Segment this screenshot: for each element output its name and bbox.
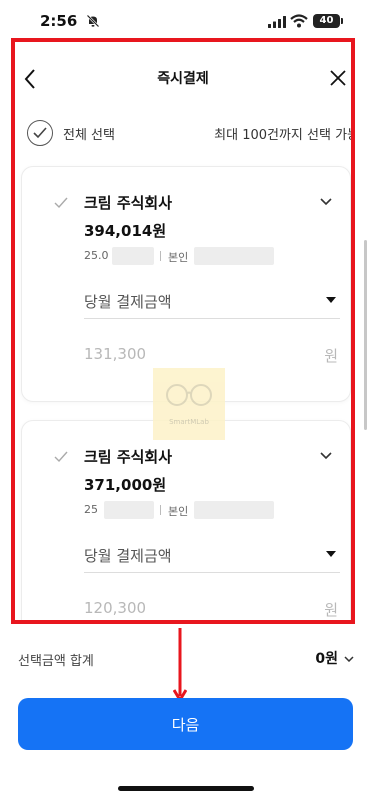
caret-down-icon: [326, 297, 336, 303]
card-meta-prefix: 25.0: [84, 249, 109, 262]
selected-total-value: 0원: [315, 651, 338, 667]
card-meta-owner: 본인: [168, 505, 189, 518]
payment-type-label: 당월 결제금액: [84, 547, 172, 565]
watermark-text: SmartMLab: [169, 418, 209, 426]
cellular-signal-icon: [268, 16, 286, 28]
payment-amount-value: 120,300: [84, 599, 147, 617]
payment-card: 크림 주식회사 394,014원 25.0 본인 당월 결제금액 131,300…: [21, 166, 351, 402]
card-meta-owner: 본인: [168, 251, 189, 264]
wifi-icon: [290, 14, 308, 28]
glasses-icon: [166, 384, 212, 406]
select-all-label: 전체 선택: [63, 128, 115, 143]
select-all-row[interactable]: 전체 선택 최대 100건까지 선택 가능: [27, 120, 351, 146]
bell-off-icon: [86, 14, 100, 28]
meta-divider: [160, 251, 161, 261]
select-limit-text: 최대 100건까지 선택 가능: [214, 128, 355, 143]
redacted-block: [194, 501, 274, 519]
chevron-down-icon[interactable]: [344, 656, 354, 662]
payment-type-select[interactable]: 당월 결제금액: [84, 537, 340, 573]
battery-indicator: 40: [313, 14, 343, 28]
select-all-checkbox[interactable]: [27, 120, 53, 146]
payment-card: 크림 주식회사 371,000원 25 본인 당월 결제금액 120,300 원: [21, 420, 351, 620]
currency-unit: 원: [324, 601, 338, 619]
checkmark-icon[interactable]: [54, 451, 68, 463]
checkmark-icon[interactable]: [54, 197, 68, 209]
chevron-down-icon[interactable]: [320, 452, 332, 460]
payment-amount-input[interactable]: 120,300 원: [84, 593, 340, 620]
checkmark-icon: [33, 127, 47, 139]
highlight-frame: 즉시결제 전체 선택 최대 100건까지 선택 가능 크림 주식회사 394,0…: [11, 38, 355, 624]
home-indicator: [118, 786, 254, 791]
card-meta-prefix: 25: [84, 503, 98, 516]
selected-total-label: 선택금액 합계: [18, 654, 94, 669]
card-company-name: 크림 주식회사: [84, 448, 173, 466]
scrollbar[interactable]: [364, 240, 367, 430]
status-bar: 2:56 40: [0, 0, 371, 40]
currency-unit: 원: [324, 347, 338, 365]
page-header: 즉시결제: [15, 42, 351, 112]
caret-down-icon: [326, 551, 336, 557]
watermark: SmartMLab: [153, 368, 225, 440]
next-button[interactable]: 다음: [18, 698, 353, 750]
status-time: 2:56: [40, 12, 78, 30]
card-total-amount: 394,014원: [84, 222, 167, 240]
payment-type-label: 당월 결제금액: [84, 293, 172, 311]
redacted-block: [112, 247, 154, 265]
selected-total-row[interactable]: 선택금액 합계 0원: [18, 648, 356, 670]
card-company-name: 크림 주식회사: [84, 194, 173, 212]
payment-amount-value: 131,300: [84, 345, 147, 363]
chevron-down-icon[interactable]: [320, 198, 332, 206]
redacted-block: [104, 501, 154, 519]
page-title: 즉시결제: [157, 71, 209, 87]
card-total-amount: 371,000원: [84, 476, 167, 494]
redacted-block: [194, 247, 274, 265]
payment-type-select[interactable]: 당월 결제금액: [84, 283, 340, 319]
close-icon[interactable]: [329, 69, 347, 87]
meta-divider: [160, 505, 161, 515]
